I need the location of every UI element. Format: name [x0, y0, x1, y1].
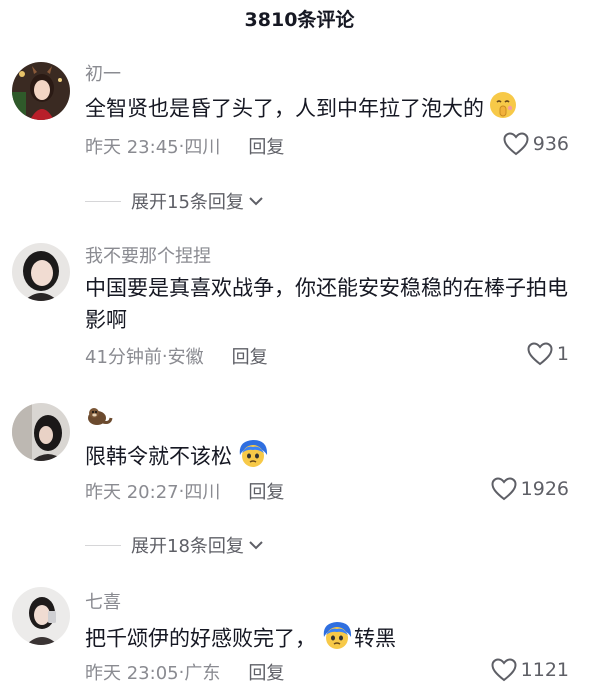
comment-location: 安徽 [167, 347, 204, 368]
comments-count-title: 3810条评论 [244, 9, 355, 31]
comment-time: 昨天 23:05 [85, 663, 179, 684]
comment-text: 把千颂伊的好感败完了， 转黑 [85, 619, 585, 660]
like-count: 1926 [520, 478, 569, 500]
comment-text-before: 把千颂伊的好感败完了， [85, 626, 316, 651]
like-count: 1 [556, 343, 569, 365]
avatar[interactable] [12, 403, 70, 461]
comment-username[interactable]: 初一 [85, 60, 121, 86]
like-button[interactable]: 1121 [491, 658, 569, 682]
chevron-down-icon [249, 197, 263, 206]
comment-location: 四川 [184, 482, 221, 503]
comment-username[interactable]: 七喜 [85, 588, 121, 614]
comment-text: 中国要是真喜欢战争，你还能安安稳稳的在棒子拍电影啊 [85, 276, 568, 332]
like-button[interactable]: 1 [527, 342, 569, 366]
avatar[interactable] [12, 62, 70, 120]
expand-replies-button[interactable]: 展开18条回复 [85, 532, 264, 558]
like-count: 1121 [520, 659, 569, 681]
heart-icon [527, 342, 553, 366]
avatar[interactable] [12, 587, 70, 645]
reply-button[interactable]: 回复 [232, 343, 268, 369]
shushing-face-icon [488, 90, 518, 129]
comment-time: 41分钟前 [85, 347, 162, 368]
expand-replies-label: 展开15条回复 [131, 192, 244, 213]
comment-text: 限韩令就不该松 [85, 437, 585, 478]
comment-text-body: 全智贤也是昏了头了，人到中年拉了泡大的 [85, 96, 484, 121]
avatar-image [12, 62, 70, 120]
avatar-image [12, 243, 70, 301]
divider-line [85, 200, 121, 202]
avatar-image [12, 403, 70, 461]
expand-replies-label: 展开18条回复 [131, 536, 244, 557]
comment-meta: 昨天 23:45 · 四川 回复 [85, 133, 284, 159]
blue-hair-face-icon [236, 437, 270, 478]
comment-meta: 昨天 20:27 · 四川 回复 [85, 478, 284, 504]
reply-button[interactable]: 回复 [248, 659, 284, 685]
comment-time: 昨天 23:45 [85, 137, 179, 158]
heart-icon [491, 477, 517, 501]
reply-button[interactable]: 回复 [248, 133, 284, 159]
chevron-down-icon [249, 541, 263, 550]
comment-meta: 41分钟前 · 安徽 回复 [85, 343, 268, 369]
reply-button[interactable]: 回复 [248, 478, 284, 504]
divider-line [85, 544, 121, 546]
comment-text-body: 限韩令就不该松 [85, 444, 232, 469]
expand-replies-button[interactable]: 展开15条回复 [85, 188, 264, 214]
like-button[interactable]: 1926 [491, 477, 569, 501]
comment-location: 四川 [184, 137, 221, 158]
comment-text: 全智贤也是昏了头了，人到中年拉了泡大的 [85, 90, 585, 129]
comment-location: 广东 [184, 663, 221, 684]
like-count: 936 [532, 133, 569, 155]
comment-username[interactable] [85, 404, 113, 433]
comment-username[interactable]: 我不要那个捏捏 [85, 242, 211, 268]
avatar-image [12, 587, 70, 645]
blue-hair-face-icon [320, 619, 354, 660]
avatar[interactable] [12, 243, 70, 301]
like-button[interactable]: 936 [503, 132, 569, 156]
comment-time: 昨天 20:27 [85, 482, 179, 503]
comment-meta: 昨天 23:05 · 广东 回复 [85, 659, 284, 685]
heart-icon [503, 132, 529, 156]
otter-icon [88, 408, 113, 425]
heart-icon [491, 658, 517, 682]
comment-text-after: 转黑 [354, 626, 396, 651]
